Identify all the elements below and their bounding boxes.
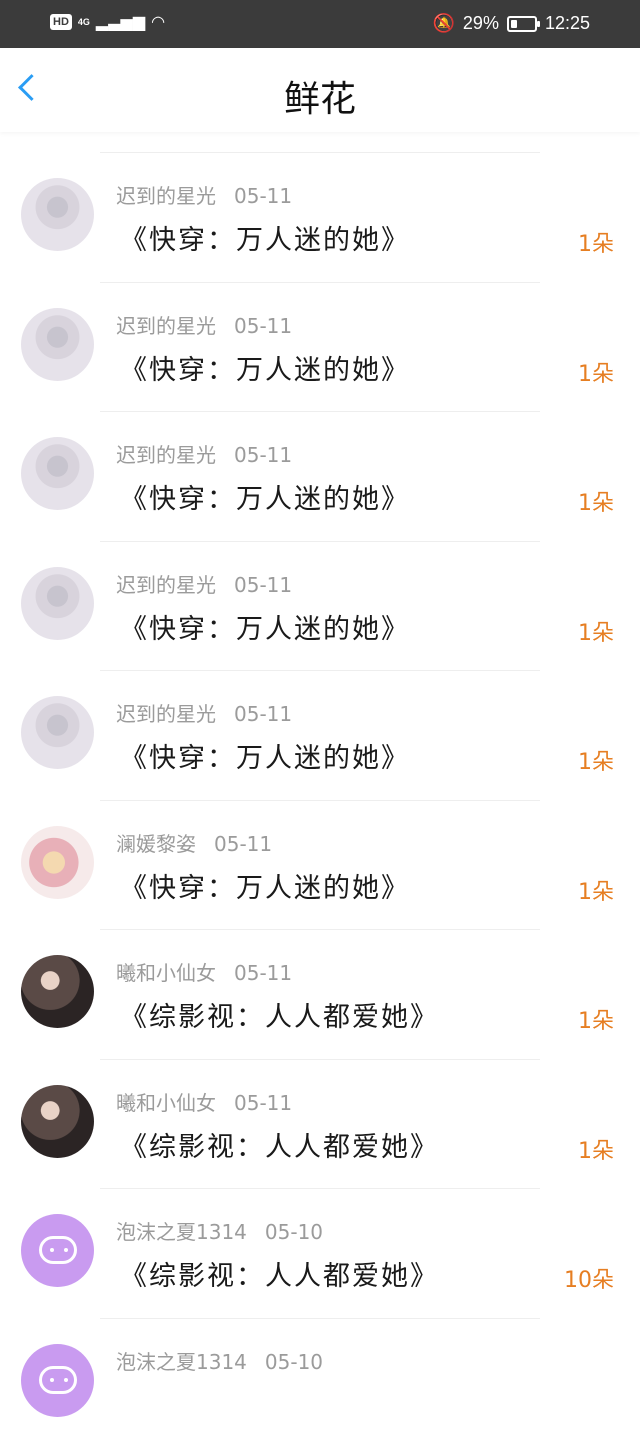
divider [100,1059,540,1060]
chat-bubble-icon [39,1236,77,1264]
wifi-icon: ◠ [151,12,165,32]
divider [100,541,540,542]
avatar[interactable] [21,437,94,510]
book-title: 《快穿：万人迷的她》 [120,477,410,516]
flower-count: 1朵 [578,1003,614,1035]
flower-count: 1朵 [578,1133,614,1165]
username: 泡沫之夏1314 [116,1350,247,1374]
book-title: 《快穿：万人迷的她》 [120,348,410,387]
flower-count: 1朵 [578,356,614,388]
avatar[interactable] [21,1214,94,1287]
flower-count: 1朵 [578,615,614,647]
username: 迟到的星光 [116,443,216,467]
mute-bell-icon: 🔕 [433,13,455,34]
avatar[interactable] [21,696,94,769]
date: 05-10 [265,1220,323,1244]
clock: 12:25 [545,13,590,34]
avatar[interactable] [21,178,94,251]
signal-icon: ▂▃▅▆ [96,12,145,32]
avatar[interactable] [21,1085,94,1158]
flower-count: 1朵 [578,226,614,258]
list-item[interactable]: 泡沫之夏1314 05-10 《综影视：人人都爱她》 10朵 [0,1188,640,1318]
battery-icon [507,16,537,32]
date: 05-11 [234,573,292,597]
book-title: 《快穿：万人迷的她》 [120,736,410,775]
battery-percent: 29% [463,13,499,34]
status-left: HD 4G ▂▃▅▆ ◠ [50,12,165,32]
list-item[interactable]: 曦和小仙女 05-11 《综影视：人人都爱她》 1朵 [0,929,640,1059]
username: 曦和小仙女 [116,961,216,985]
book-title: 《综影视：人人都爱她》 [120,995,439,1034]
list-item[interactable]: 迟到的星光 05-11 《快穿：万人迷的她》 1朵 [0,541,640,671]
date: 05-11 [234,702,292,726]
avatar[interactable] [21,826,94,899]
flower-count: 1朵 [578,874,614,906]
date: 05-11 [234,184,292,208]
chat-bubble-icon [39,1366,77,1394]
divider [100,1318,540,1319]
avatar[interactable] [21,955,94,1028]
divider [100,282,540,283]
username: 迟到的星光 [116,314,216,338]
book-title: 《快穿：万人迷的她》 [120,866,410,905]
date: 05-10 [265,1350,323,1374]
divider [100,670,540,671]
page-title: 鲜花 [0,70,640,122]
list-item[interactable]: 泡沫之夏1314 05-10 [0,1318,640,1447]
avatar[interactable] [21,1344,94,1417]
book-title: 《综影视：人人都爱她》 [120,1125,439,1164]
username: 曦和小仙女 [116,1091,216,1115]
network-indicator: 4G [78,18,90,27]
username: 迟到的星光 [116,573,216,597]
divider [100,929,540,930]
flower-count: 1朵 [578,485,614,517]
avatar[interactable] [21,567,94,640]
divider [100,1188,540,1189]
book-title: 《综影视：人人都爱她》 [120,1254,439,1293]
book-title: 《快穿：万人迷的她》 [120,607,410,646]
top-nav: 鲜花 [0,48,640,132]
date: 05-11 [234,314,292,338]
date: 05-11 [234,443,292,467]
battery-fill [511,20,517,28]
list-item[interactable]: 曦和小仙女 05-11 《综影视：人人都爱她》 1朵 [0,1059,640,1189]
divider [100,411,540,412]
list-item[interactable]: 迟到的星光 05-11 《快穿：万人迷的她》 1朵 [0,411,640,541]
flower-list: 迟到的星光 05-11 《快穿：万人迷的她》 1朵 迟到的星光 05-11 《快穿：… [0,152,640,1447]
hd-indicator: HD [50,14,72,30]
flower-count: 1朵 [578,744,614,776]
date: 05-11 [214,832,272,856]
flower-count: 10朵 [564,1262,614,1294]
date: 05-11 [234,961,292,985]
list-item[interactable]: 迟到的星光 05-11 《快穿：万人迷的她》 1朵 [0,282,640,412]
status-bar: HD 4G ▂▃▅▆ ◠ 🔕 29% 12:25 [0,0,640,48]
date: 05-11 [234,1091,292,1115]
username: 迟到的星光 [116,184,216,208]
username: 澜媛黎姿 [116,832,196,856]
username: 泡沫之夏1314 [116,1220,247,1244]
status-right: 🔕 29% 12:25 [433,13,591,34]
avatar[interactable] [21,308,94,381]
divider [100,152,540,153]
divider [100,800,540,801]
username: 迟到的星光 [116,702,216,726]
list-item[interactable]: 迟到的星光 05-11 《快穿：万人迷的她》 1朵 [0,670,640,800]
book-title: 《快穿：万人迷的她》 [120,218,410,257]
list-item[interactable]: 迟到的星光 05-11 《快穿：万人迷的她》 1朵 [0,152,640,282]
list-item[interactable]: 澜媛黎姿 05-11 《快穿：万人迷的她》 1朵 [0,800,640,930]
